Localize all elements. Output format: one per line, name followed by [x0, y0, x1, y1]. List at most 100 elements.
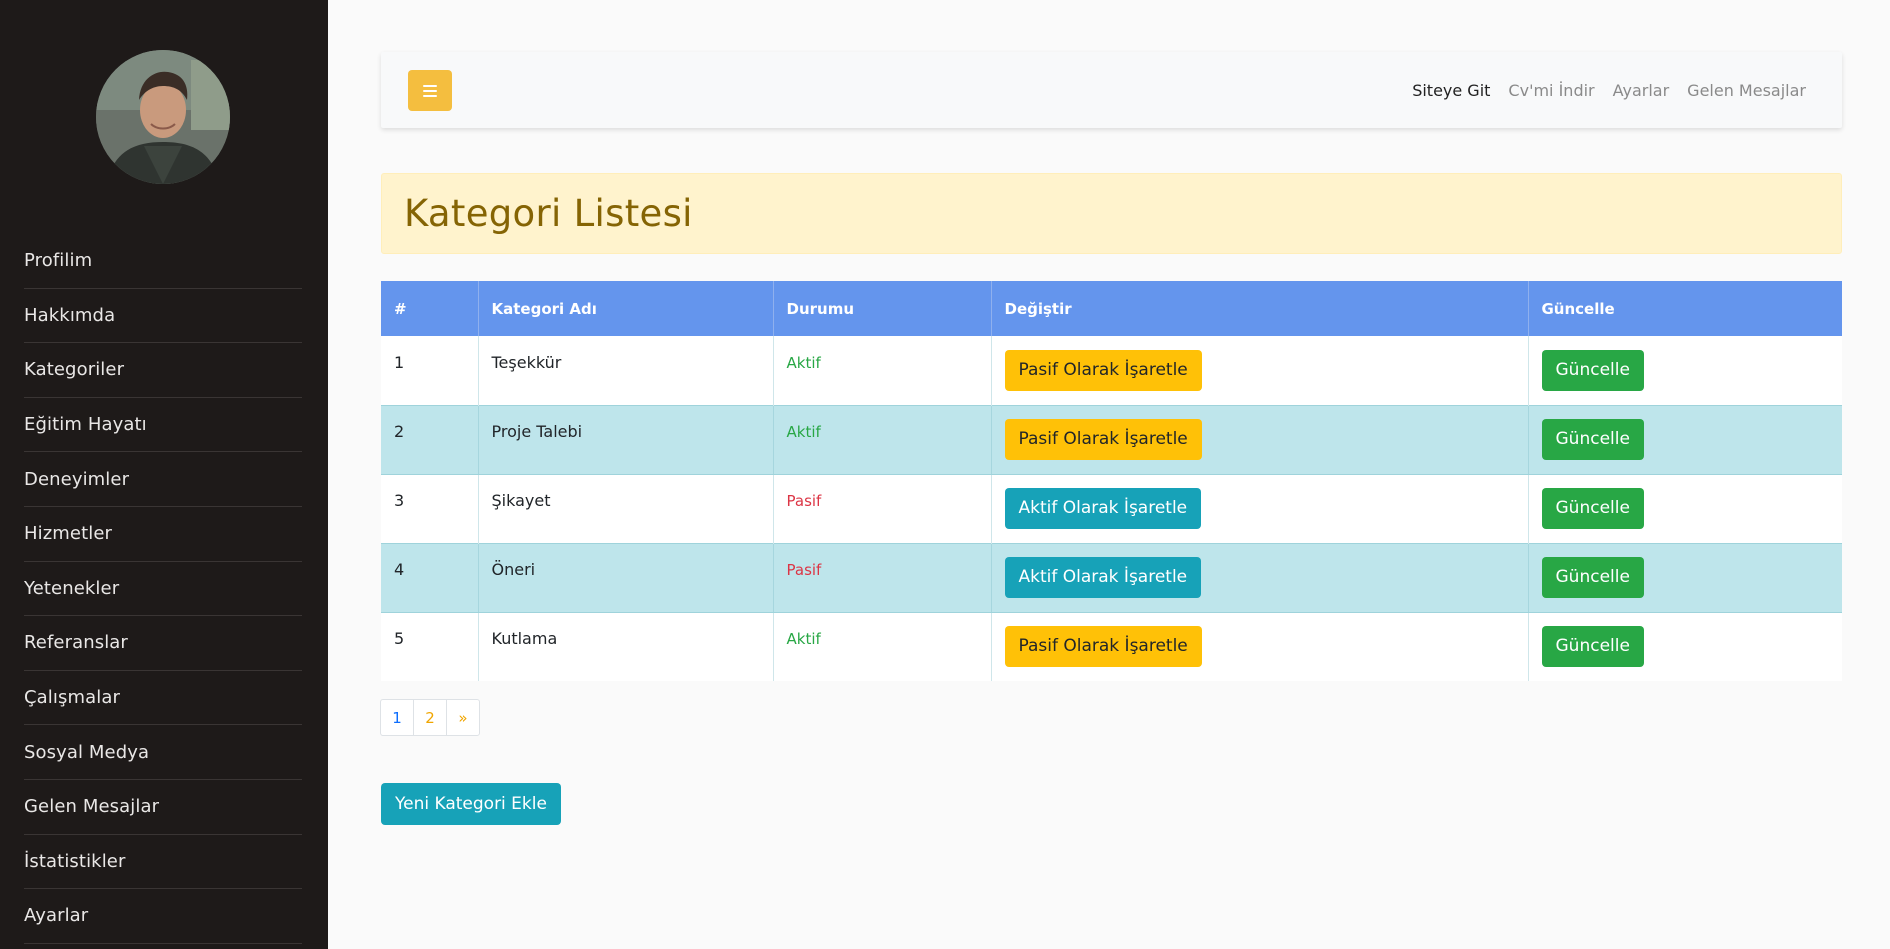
mark-passive-button[interactable]: Pasif Olarak İşaretle — [1004, 419, 1202, 460]
row-id: 3 — [394, 491, 405, 510]
col-header-change: Değiştir — [991, 281, 1529, 336]
cell-id: 4 — [381, 542, 479, 613]
sidebar-item-label: Deneyimler — [24, 468, 130, 490]
col-header-id: # — [381, 281, 479, 336]
sidebar-item-label: Profilim — [24, 250, 93, 272]
nav-link-settings[interactable]: Ayarlar — [1613, 81, 1670, 100]
mark-active-button[interactable]: Aktif Olarak İşaretle — [1004, 488, 1202, 529]
row-id: 1 — [394, 352, 405, 372]
sidebar-item-label: Referanslar — [24, 632, 128, 654]
page-link-next[interactable]: » — [446, 699, 480, 736]
cell-update: Güncelle — [1528, 474, 1842, 543]
sidebar-item-kategoriler[interactable]: Kategoriler — [24, 343, 302, 398]
status-badge: Pasif — [786, 561, 822, 579]
sidebar-item-label: Çalışmalar — [24, 687, 120, 709]
cell-status: Aktif — [773, 404, 992, 475]
row-name: Proje Talebi — [491, 422, 583, 441]
page-link-1[interactable]: 1 — [380, 699, 414, 736]
row-id: 4 — [394, 560, 405, 579]
cell-status: Aktif — [773, 612, 992, 681]
row-id: 2 — [394, 422, 405, 441]
cell-update: Güncelle — [1528, 542, 1842, 613]
sidebar-item-label: Gelen Mesajlar — [24, 796, 160, 818]
status-badge: Pasif — [786, 492, 822, 510]
cell-name: Kutlama — [478, 612, 774, 681]
mark-passive-button[interactable]: Pasif Olarak İşaretle — [1004, 349, 1202, 391]
cell-status: Pasif — [773, 474, 992, 543]
row-name: Kutlama — [491, 629, 558, 649]
cell-update: Güncelle — [1528, 336, 1842, 405]
row-name: Öneri — [491, 560, 536, 579]
cell-change: Pasif Olarak İşaretle — [991, 404, 1529, 475]
update-button[interactable]: Güncelle — [1541, 349, 1644, 391]
cell-update: Güncelle — [1528, 404, 1842, 475]
status-badge: Aktif — [786, 353, 821, 372]
category-table: # Kategori Adı Durumu Değiştir Güncelle … — [381, 281, 1842, 681]
sidebar-menu: Profilim Hakkımda Kategoriler Eğitim Hay… — [24, 234, 302, 944]
page-link-2[interactable]: 2 — [413, 699, 447, 736]
table-row: 2 Proje Talebi Aktif Pasif Olarak İşaret… — [381, 404, 1842, 475]
cell-change: Aktif Olarak İşaretle — [991, 474, 1529, 543]
cell-name: Teşekkür — [478, 336, 774, 405]
sidebar-item-hizmetler[interactable]: Hizmetler — [24, 507, 302, 562]
cell-name: Proje Talebi — [478, 404, 774, 475]
sidebar-item-gelen-mesajlar[interactable]: Gelen Mesajlar — [24, 780, 302, 835]
top-nav-links: Siteye Git Cv'mi İndir Ayarlar Gelen Mes… — [1412, 52, 1806, 128]
sidebar-item-deneyimler[interactable]: Deneyimler — [24, 452, 302, 507]
sidebar-item-ayarlar[interactable]: Ayarlar — [24, 889, 302, 944]
sidebar-item-label: Hizmetler — [24, 523, 113, 545]
cell-change: Aktif Olarak İşaretle — [991, 542, 1529, 613]
page-title: Kategori Listesi — [404, 192, 693, 235]
sidebar-item-sosyal-medya[interactable]: Sosyal Medya — [24, 725, 302, 780]
mark-active-button[interactable]: Aktif Olarak İşaretle — [1004, 557, 1202, 598]
sidebar-item-hakkimda[interactable]: Hakkımda — [24, 289, 302, 344]
col-header-name: Kategori Adı — [478, 281, 774, 336]
sidebar-toggle-button[interactable] — [408, 70, 452, 111]
table-row: 5 Kutlama Aktif Pasif Olarak İşaretle Gü… — [381, 612, 1842, 681]
row-id: 5 — [394, 629, 405, 649]
cell-update: Güncelle — [1528, 612, 1842, 681]
mark-passive-button[interactable]: Pasif Olarak İşaretle — [1004, 626, 1202, 668]
sidebar-item-egitim-hayati[interactable]: Eğitim Hayatı — [24, 398, 302, 453]
status-badge: Aktif — [786, 630, 821, 649]
table-row: 1 Teşekkür Aktif Pasif Olarak İşaretle G… — [381, 336, 1842, 405]
sidebar-item-istatistikler[interactable]: İstatistikler — [24, 835, 302, 890]
col-header-status: Durumu — [773, 281, 992, 336]
row-name: Teşekkür — [491, 352, 562, 372]
sidebar-item-label: Kategoriler — [24, 359, 125, 381]
nav-link-messages[interactable]: Gelen Mesajlar — [1687, 81, 1806, 100]
update-button[interactable]: Güncelle — [1541, 626, 1644, 668]
cell-id: 5 — [381, 612, 479, 681]
update-button[interactable]: Güncelle — [1541, 488, 1644, 529]
nav-link-site[interactable]: Siteye Git — [1412, 81, 1490, 100]
cell-status: Pasif — [773, 542, 992, 613]
table-row: 4 Öneri Pasif Aktif Olarak İşaretle Günc… — [381, 542, 1842, 613]
update-button[interactable]: Güncelle — [1541, 557, 1644, 598]
sidebar-item-label: Ayarlar — [24, 905, 89, 927]
update-button[interactable]: Güncelle — [1541, 419, 1644, 460]
top-navbar: Siteye Git Cv'mi İndir Ayarlar Gelen Mes… — [381, 52, 1842, 128]
profile-photo — [96, 50, 230, 184]
cell-name: Şikayet — [478, 474, 774, 543]
avatar — [96, 50, 230, 184]
cell-change: Pasif Olarak İşaretle — [991, 336, 1529, 405]
cell-status: Aktif — [773, 336, 992, 405]
sidebar-item-calismalar[interactable]: Çalışmalar — [24, 671, 302, 726]
sidebar-item-label: Eğitim Hayatı — [24, 414, 147, 436]
cell-id: 1 — [381, 336, 479, 405]
cell-change: Pasif Olarak İşaretle — [991, 612, 1529, 681]
add-category-button[interactable]: Yeni Kategori Ekle — [381, 783, 561, 825]
sidebar: Profilim Hakkımda Kategoriler Eğitim Hay… — [0, 0, 328, 949]
status-badge: Aktif — [786, 423, 821, 441]
sidebar-item-referanslar[interactable]: Referanslar — [24, 616, 302, 671]
nav-link-cv[interactable]: Cv'mi İndir — [1508, 81, 1594, 100]
sidebar-item-label: Hakkımda — [24, 304, 116, 326]
sidebar-item-yetenekler[interactable]: Yetenekler — [24, 562, 302, 617]
page-title-box: Kategori Listesi — [381, 173, 1842, 254]
sidebar-item-profilim[interactable]: Profilim — [24, 234, 302, 289]
sidebar-item-label: Sosyal Medya — [24, 741, 150, 763]
row-name: Şikayet — [491, 491, 551, 510]
col-header-update: Güncelle — [1528, 281, 1842, 336]
cell-name: Öneri — [478, 542, 774, 613]
table-header-row: # Kategori Adı Durumu Değiştir Güncelle — [381, 281, 1842, 336]
